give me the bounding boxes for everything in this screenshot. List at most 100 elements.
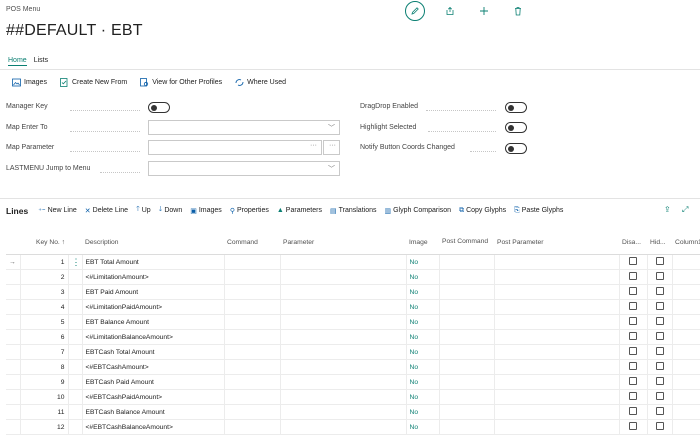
column1-cell[interactable]: [672, 284, 700, 300]
key-no-cell[interactable]: 6: [20, 329, 69, 345]
parameter-cell[interactable]: [280, 404, 407, 420]
tab-home[interactable]: Home: [8, 57, 27, 66]
map-parameter-assist-button[interactable]: ···: [323, 140, 340, 155]
parameter-cell[interactable]: [280, 269, 407, 285]
new-button[interactable]: [475, 2, 493, 20]
table-row[interactable]: 6 <#LimitationBalanceAmount> No: [6, 329, 700, 345]
command-cell[interactable]: [224, 329, 281, 345]
key-no-cell[interactable]: 9: [20, 374, 69, 390]
disabled-checkbox[interactable]: [629, 407, 637, 415]
manager-key-toggle[interactable]: [148, 102, 170, 113]
parameters-action[interactable]: ▲ Parameters: [277, 207, 322, 214]
image-cell[interactable]: No: [406, 329, 440, 345]
hidden-checkbox[interactable]: [655, 272, 664, 280]
table-row[interactable]: 8 <#EBTCashAmount> No: [6, 359, 700, 375]
key-no-cell[interactable]: 12: [20, 419, 69, 435]
row-menu-button[interactable]: [68, 419, 83, 435]
glyph-comparison-action[interactable]: ▥ Glyph Comparison: [384, 207, 451, 215]
post-command-cell[interactable]: [439, 254, 495, 270]
post-parameter-cell[interactable]: [494, 329, 620, 345]
row-menu-button[interactable]: [68, 344, 83, 360]
post-parameter-cell[interactable]: [494, 419, 620, 435]
key-no-cell[interactable]: 2: [20, 269, 69, 285]
disabled-checkbox[interactable]: [629, 302, 637, 310]
column-header-parameter[interactable]: Parameter: [280, 230, 406, 255]
disabled-checkbox[interactable]: [629, 392, 637, 400]
column1-cell[interactable]: [672, 314, 700, 330]
key-no-cell[interactable]: 5: [20, 314, 69, 330]
command-cell[interactable]: [224, 404, 281, 420]
disabled-checkbox[interactable]: [629, 362, 637, 370]
parameter-cell[interactable]: [280, 314, 407, 330]
column1-cell[interactable]: [672, 254, 700, 270]
command-cell[interactable]: [224, 419, 281, 435]
share-lines-button[interactable]: ⇪: [664, 205, 671, 214]
column-header-post-parameter[interactable]: Post Parameter: [494, 230, 619, 255]
post-parameter-cell[interactable]: [494, 389, 620, 405]
hidden-checkbox[interactable]: [655, 407, 664, 415]
key-no-cell[interactable]: 1: [20, 254, 69, 270]
description-cell[interactable]: EBTCash Balance Amount: [82, 404, 225, 420]
image-cell[interactable]: No: [406, 389, 440, 405]
table-row[interactable]: 7 EBTCash Total Amount No: [6, 344, 700, 360]
image-cell[interactable]: No: [406, 419, 440, 435]
command-cell[interactable]: [224, 284, 281, 300]
description-cell[interactable]: <#EBTCashBalanceAmount>: [82, 419, 225, 435]
command-cell[interactable]: [224, 359, 281, 375]
parameter-cell[interactable]: [280, 299, 407, 315]
description-cell[interactable]: <#EBTCashPaidAmount>: [82, 389, 225, 405]
description-cell[interactable]: EBTCash Total Amount: [82, 344, 225, 360]
images-action[interactable]: Images: [12, 78, 47, 87]
column-header-command[interactable]: Command: [224, 230, 280, 255]
disabled-checkbox[interactable]: [629, 422, 637, 430]
command-cell[interactable]: [224, 344, 281, 360]
post-parameter-cell[interactable]: [494, 314, 620, 330]
table-row[interactable]: 5 EBT Balance Amount No: [6, 314, 700, 330]
column1-cell[interactable]: [672, 389, 700, 405]
column1-cell[interactable]: [672, 269, 700, 285]
post-parameter-cell[interactable]: [494, 359, 620, 375]
paste-glyphs-action[interactable]: ⎘ Paste Glyphs: [514, 207, 563, 215]
notify-coords-toggle[interactable]: [505, 143, 527, 154]
column-header-key-no[interactable]: Key No. ↑: [20, 230, 68, 255]
disabled-checkbox[interactable]: [629, 377, 637, 385]
post-command-cell[interactable]: [439, 329, 495, 345]
disabled-checkbox[interactable]: [629, 287, 637, 295]
disabled-checkbox[interactable]: [629, 272, 637, 280]
create-new-from-action[interactable]: Create New From: [60, 78, 127, 87]
tab-lists[interactable]: Lists: [34, 57, 48, 66]
disabled-checkbox[interactable]: [629, 347, 637, 355]
row-menu-button[interactable]: [68, 374, 83, 390]
command-cell[interactable]: [224, 374, 281, 390]
column-header-column1[interactable]: Column1: [672, 230, 700, 255]
post-command-cell[interactable]: [439, 359, 495, 375]
parameter-cell[interactable]: [280, 344, 407, 360]
parameter-cell[interactable]: [280, 389, 407, 405]
table-row[interactable]: 3 EBT Paid Amount No: [6, 284, 700, 300]
post-command-cell[interactable]: [439, 299, 495, 315]
post-command-cell[interactable]: [439, 404, 495, 420]
key-no-cell[interactable]: 3: [20, 284, 69, 300]
table-row[interactable]: 9 EBTCash Paid Amount No: [6, 374, 700, 390]
image-cell[interactable]: No: [406, 269, 440, 285]
command-cell[interactable]: [224, 314, 281, 330]
column-header-description[interactable]: Description: [82, 230, 224, 255]
table-row[interactable]: 2 <#LimitationAmount> No: [6, 269, 700, 285]
parameter-cell[interactable]: [280, 374, 407, 390]
highlight-selected-toggle[interactable]: [505, 122, 527, 133]
command-cell[interactable]: [224, 254, 281, 270]
post-command-cell[interactable]: [439, 389, 495, 405]
image-cell[interactable]: No: [406, 299, 440, 315]
row-menu-button[interactable]: [68, 284, 83, 300]
post-command-cell[interactable]: [439, 269, 495, 285]
column1-cell[interactable]: [672, 419, 700, 435]
down-action[interactable]: 🡓 Down: [159, 205, 183, 216]
post-command-cell[interactable]: [439, 374, 495, 390]
row-menu-button[interactable]: [68, 389, 83, 405]
post-command-cell[interactable]: [439, 284, 495, 300]
hidden-checkbox[interactable]: [655, 257, 664, 265]
new-line-action[interactable]: ⁺⁼ New Line: [38, 207, 77, 215]
hidden-checkbox[interactable]: [655, 377, 664, 385]
table-row[interactable]: 12 <#EBTCashBalanceAmount> No: [6, 419, 700, 435]
row-menu-button[interactable]: [68, 359, 83, 375]
